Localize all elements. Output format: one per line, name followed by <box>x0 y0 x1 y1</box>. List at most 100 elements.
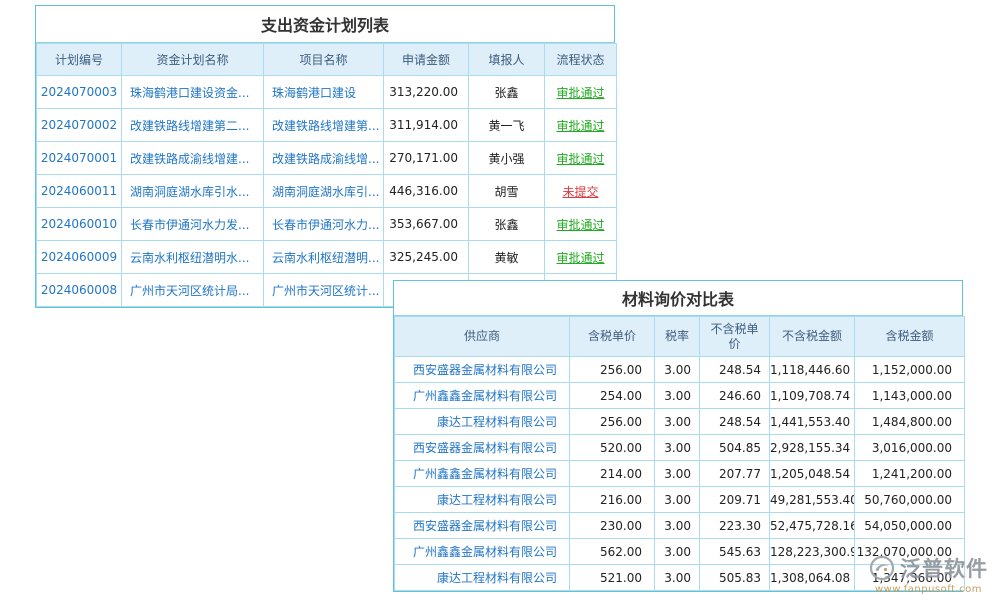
cell-person: 张鑫 <box>469 76 545 109</box>
cell-plan[interactable]: 广州市天河区统计局... <box>122 274 264 307</box>
cell-supplier[interactable]: 西安盛器金属材料有限公司 <box>395 435 570 461</box>
cell-tax: 3.00 <box>655 461 700 487</box>
cell-supplier[interactable]: 广州鑫鑫金属材料有限公司 <box>395 383 570 409</box>
cell-plan[interactable]: 改建铁路成渝线增建... <box>122 142 264 175</box>
column-header-plan-name: 资金计划名称 <box>122 44 264 76</box>
cell-id[interactable]: 2024070002 <box>37 109 122 142</box>
cell-person: 黄敏 <box>469 241 545 274</box>
cell-price_ex: 504.85 <box>700 435 770 461</box>
table-row: 2024060010长春市伊通河水力发...长春市伊通河水力...353,667… <box>37 208 617 241</box>
column-header-amount-inc-tax: 含税金额 <box>855 317 965 357</box>
table-row: 广州鑫鑫金属材料有限公司214.003.00207.771,205,048.54… <box>395 461 965 487</box>
cell-person: 胡雪 <box>469 175 545 208</box>
table-row: 康达工程材料有限公司216.003.00209.7149,281,553.405… <box>395 487 965 513</box>
cell-amount: 353,667.00 <box>384 208 469 241</box>
cell-tax: 3.00 <box>655 409 700 435</box>
cell-amount_ex: 52,475,728.16 <box>770 513 855 539</box>
table-row: 广州鑫鑫金属材料有限公司254.003.00246.601,109,708.74… <box>395 383 965 409</box>
cell-price_ex: 545.63 <box>700 539 770 565</box>
cell-supplier[interactable]: 西安盛器金属材料有限公司 <box>395 357 570 383</box>
cell-amount_ex: 1,441,553.40 <box>770 409 855 435</box>
table-row: 2024070001改建铁路成渝线增建...改建铁路成渝线增...270,171… <box>37 142 617 175</box>
cell-amount: 325,245.00 <box>384 241 469 274</box>
cell-tax: 3.00 <box>655 383 700 409</box>
cell-plan[interactable]: 珠海鹤港口建设资金... <box>122 76 264 109</box>
cell-supplier[interactable]: 广州鑫鑫金属材料有限公司 <box>395 539 570 565</box>
table-row: 康达工程材料有限公司256.003.00248.541,441,553.401,… <box>395 409 965 435</box>
cell-status[interactable]: 审批通过 <box>545 241 617 274</box>
table-row: 西安盛器金属材料有限公司256.003.00248.541,118,446.60… <box>395 357 965 383</box>
cell-tax: 3.00 <box>655 539 700 565</box>
fund-plan-table: 计划编号 资金计划名称 项目名称 申请金额 填报人 流程状态 202407000… <box>36 43 617 307</box>
cell-id[interactable]: 2024060011 <box>37 175 122 208</box>
column-header-price-inc-tax: 含税单价 <box>570 317 655 357</box>
cell-project[interactable]: 珠海鹤港口建设 <box>264 76 384 109</box>
cell-id[interactable]: 2024060009 <box>37 241 122 274</box>
cell-project[interactable]: 广州市天河区统计... <box>264 274 384 307</box>
cell-price_inc: 520.00 <box>570 435 655 461</box>
cell-amount_inc: 1,143,000.00 <box>855 383 965 409</box>
cell-price_inc: 256.00 <box>570 409 655 435</box>
cell-tax: 3.00 <box>655 487 700 513</box>
cell-supplier[interactable]: 广州鑫鑫金属材料有限公司 <box>395 461 570 487</box>
cell-amount_ex: 1,205,048.54 <box>770 461 855 487</box>
cell-supplier[interactable]: 康达工程材料有限公司 <box>395 487 570 513</box>
cell-id[interactable]: 2024060010 <box>37 208 122 241</box>
cell-amount_ex: 49,281,553.40 <box>770 487 855 513</box>
material-inquiry-panel: 材料询价对比表 供应商 含税单价 税率 不含税单价 不含税金额 含税金额 西安盛… <box>393 280 963 592</box>
cell-person: 黄小强 <box>469 142 545 175</box>
table-row: 2024060009云南水利枢纽潜明水...云南水利枢纽潜明...325,245… <box>37 241 617 274</box>
cell-status[interactable]: 审批通过 <box>545 208 617 241</box>
table-row: 西安盛器金属材料有限公司230.003.00223.3052,475,728.1… <box>395 513 965 539</box>
cell-supplier[interactable]: 西安盛器金属材料有限公司 <box>395 513 570 539</box>
cell-plan[interactable]: 改建铁路线增建第二... <box>122 109 264 142</box>
cell-project[interactable]: 改建铁路线增建第... <box>264 109 384 142</box>
cell-price_ex: 248.54 <box>700 357 770 383</box>
cell-status[interactable]: 审批通过 <box>545 142 617 175</box>
material-inquiry-table: 供应商 含税单价 税率 不含税单价 不含税金额 含税金额 西安盛器金属材料有限公… <box>394 316 965 591</box>
cell-project[interactable]: 长春市伊通河水力... <box>264 208 384 241</box>
cell-id[interactable]: 2024070001 <box>37 142 122 175</box>
cell-price_inc: 256.00 <box>570 357 655 383</box>
column-header-amount-ex-tax: 不含税金额 <box>770 317 855 357</box>
cell-amount: 446,316.00 <box>384 175 469 208</box>
cell-price_ex: 248.54 <box>700 409 770 435</box>
cell-status[interactable]: 审批通过 <box>545 109 617 142</box>
fanpu-logo-icon <box>869 555 895 581</box>
cell-amount_ex: 1,118,446.60 <box>770 357 855 383</box>
cell-status[interactable]: 未提交 <box>545 175 617 208</box>
watermark: 泛普软件 www.fanpusoft.com <box>869 553 988 595</box>
cell-plan[interactable]: 长春市伊通河水力发... <box>122 208 264 241</box>
cell-project[interactable]: 湖南洞庭湖水库引... <box>264 175 384 208</box>
cell-amount: 313,220.00 <box>384 76 469 109</box>
cell-supplier[interactable]: 康达工程材料有限公司 <box>395 409 570 435</box>
cell-person: 张鑫 <box>469 208 545 241</box>
cell-amount_inc: 3,016,000.00 <box>855 435 965 461</box>
cell-id[interactable]: 2024070003 <box>37 76 122 109</box>
cell-project[interactable]: 云南水利枢纽潜明... <box>264 241 384 274</box>
table-row: 2024070003珠海鹤港口建设资金...珠海鹤港口建设313,220.00张… <box>37 76 617 109</box>
cell-person: 黄一飞 <box>469 109 545 142</box>
column-header-status: 流程状态 <box>545 44 617 76</box>
fund-plan-panel-title: 支出资金计划列表 <box>36 6 614 43</box>
cell-plan[interactable]: 湖南洞庭湖水库引水... <box>122 175 264 208</box>
cell-tax: 3.00 <box>655 357 700 383</box>
cell-amount_ex: 1,308,064.08 <box>770 565 855 591</box>
cell-price_ex: 246.60 <box>700 383 770 409</box>
column-header-project-name: 项目名称 <box>264 44 384 76</box>
cell-amount_ex: 2,928,155.34 <box>770 435 855 461</box>
cell-supplier[interactable]: 康达工程材料有限公司 <box>395 565 570 591</box>
cell-plan[interactable]: 云南水利枢纽潜明水... <box>122 241 264 274</box>
cell-id[interactable]: 2024060008 <box>37 274 122 307</box>
cell-amount_ex: 1,109,708.74 <box>770 383 855 409</box>
material-inquiry-panel-title: 材料询价对比表 <box>394 281 962 316</box>
cell-amount: 311,914.00 <box>384 109 469 142</box>
cell-amount_inc: 50,760,000.00 <box>855 487 965 513</box>
cell-tax: 3.00 <box>655 435 700 461</box>
cell-price_inc: 562.00 <box>570 539 655 565</box>
cell-amount_ex: 128,223,300.97 <box>770 539 855 565</box>
watermark-brand: 泛普软件 <box>900 553 988 583</box>
cell-project[interactable]: 改建铁路成渝线增... <box>264 142 384 175</box>
cell-price_ex: 207.77 <box>700 461 770 487</box>
cell-status[interactable]: 审批通过 <box>545 76 617 109</box>
